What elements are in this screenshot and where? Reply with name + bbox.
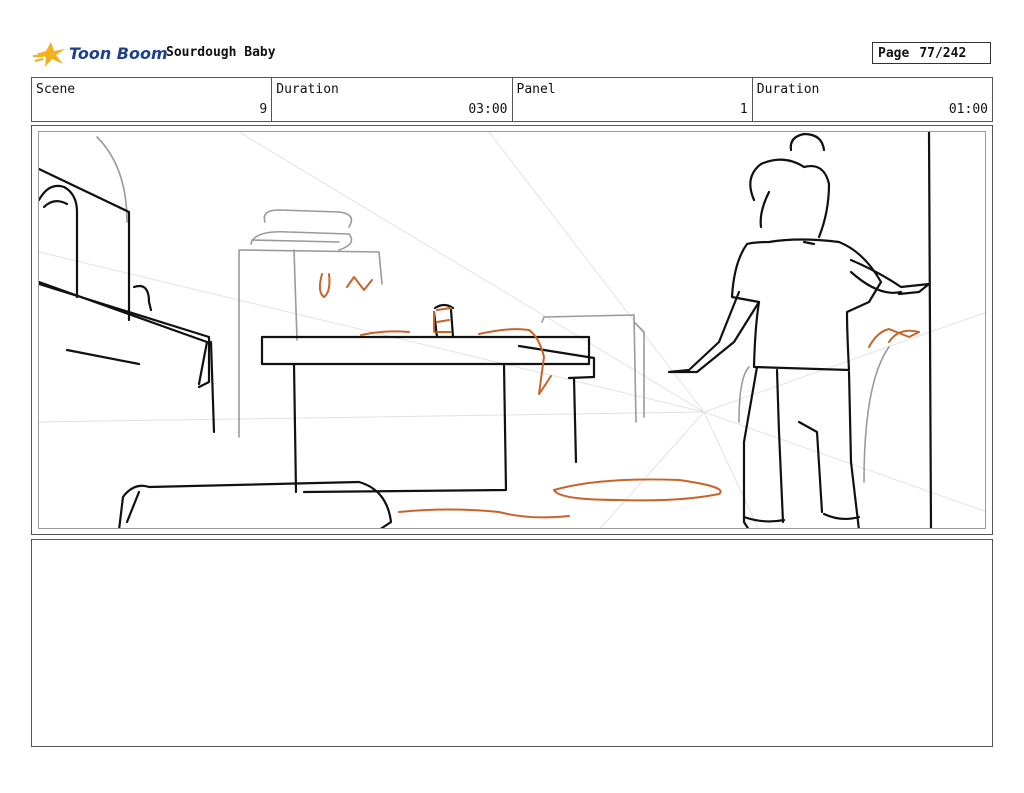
scene-duration-cell: Duration 03:00 xyxy=(272,78,513,121)
orange-dough-sketch xyxy=(318,273,920,519)
ink-lines xyxy=(39,132,933,528)
panel-value: 1 xyxy=(739,102,748,117)
scene-cell: Scene 9 xyxy=(32,78,273,121)
scene-duration-label: Duration xyxy=(276,82,339,97)
panel-cell: Panel 1 xyxy=(513,78,753,121)
panel-drawing-frame xyxy=(38,131,986,529)
scene-duration-value: 03:00 xyxy=(468,102,508,117)
sketch-drawing xyxy=(39,132,985,528)
project-title: Sourdough Baby xyxy=(166,45,276,60)
panel-label: Panel xyxy=(516,82,556,97)
panel-duration-value: 01:00 xyxy=(948,102,988,117)
background-shapes xyxy=(96,136,890,483)
perspective-guides xyxy=(39,132,985,528)
panel-notes-area xyxy=(31,539,993,747)
storyboard-panel xyxy=(31,125,993,535)
page-label: Page xyxy=(878,45,910,61)
panel-duration-label: Duration xyxy=(756,82,820,97)
toon-boom-logo: Toon Boom xyxy=(33,40,168,68)
logo-text: Toon Boom xyxy=(69,44,168,63)
page-number: 77/242 xyxy=(919,45,967,61)
panel-duration-cell: Duration 01:00 xyxy=(753,78,992,121)
storyboard-header: Toon Boom Sourdough Baby Page 77/242 xyxy=(31,38,993,70)
scene-info-row: Scene 9 Duration 03:00 Panel 1 Duration … xyxy=(31,77,993,122)
scene-value: 9 xyxy=(259,102,268,117)
star-burst-icon xyxy=(33,42,65,67)
scene-label: Scene xyxy=(36,82,76,97)
page-indicator: Page 77/242 xyxy=(872,42,991,64)
